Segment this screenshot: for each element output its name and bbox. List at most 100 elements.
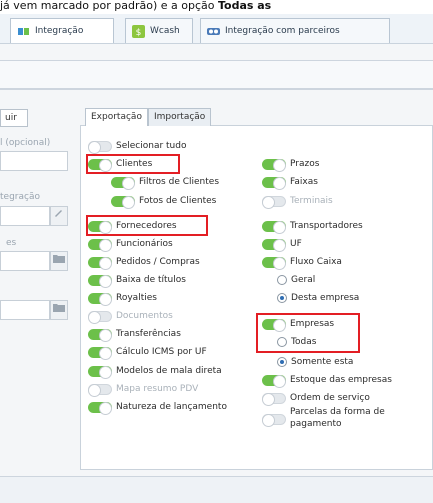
toggle-fotos-clientes[interactable]: Fotos de Clientes: [111, 194, 217, 209]
toggle-baixa-titulos[interactable]: Baixa de títulos: [88, 273, 186, 288]
status-bar: [0, 476, 433, 503]
toggle-switch[interactable]: [262, 220, 286, 234]
toggle-label: Natureza de lançamento: [116, 402, 227, 412]
include-button-label: uir: [5, 113, 17, 123]
toggle-switch[interactable]: [88, 328, 112, 342]
highlight-fornecedores: [86, 215, 208, 236]
include-button[interactable]: uir: [0, 109, 28, 127]
tab-wcash-label: Wcash: [150, 26, 180, 36]
toggle-fluxo-caixa[interactable]: Fluxo Caixa: [262, 255, 342, 270]
browse-button-1[interactable]: [50, 251, 68, 271]
radio-desta-empresa[interactable]: Desta empresa: [277, 291, 359, 305]
toggle-royalties[interactable]: Royalties: [88, 291, 157, 306]
toggle-switch[interactable]: [262, 392, 286, 406]
toggle-label: Pedidos / Compras: [116, 257, 200, 267]
files-label: es: [6, 238, 17, 248]
pencil-icon: [55, 210, 62, 217]
toggle-switch[interactable]: [88, 256, 112, 270]
radio-label: Somente esta: [291, 357, 354, 367]
toggle-switch[interactable]: [262, 158, 286, 172]
path-field[interactable]: [0, 300, 50, 320]
tab-wcash[interactable]: $ Wcash: [125, 18, 193, 43]
caption-bold: Todas as: [217, 0, 272, 12]
optional-field[interactable]: [0, 151, 68, 171]
toggle-documentos[interactable]: Documentos: [88, 309, 173, 324]
toggle-label: Ordem de serviço: [290, 393, 370, 403]
toggle-switch[interactable]: [88, 140, 112, 154]
toggle-ordem-servico[interactable]: Ordem de serviço: [262, 391, 370, 406]
main-tab-bar: Integração $ Wcash Integração com parcei…: [0, 14, 433, 44]
radio-label: Geral: [291, 275, 316, 285]
integration-icon: [18, 27, 29, 35]
toggle-transportadores[interactable]: Transportadores: [262, 219, 363, 234]
divider: [0, 88, 433, 89]
toggle-switch[interactable]: [262, 374, 286, 388]
toggle-switch[interactable]: [262, 195, 286, 209]
tab-integracao[interactable]: Integração: [10, 18, 114, 43]
tab-integracao-parceiros-label: Integração com parceiros: [225, 26, 340, 36]
caption-text: já vem marcado por padrão) e a opção Tod…: [0, 0, 433, 14]
toggle-transferencias[interactable]: Transferências: [88, 327, 181, 342]
toggle-switch[interactable]: [262, 238, 286, 252]
optional-label: l (opcional): [0, 138, 51, 148]
toggle-label: Documentos: [116, 311, 173, 321]
toggle-switch[interactable]: [262, 176, 286, 190]
toggle-label: Fotos de Clientes: [139, 196, 217, 206]
toggle-natureza-lancamento[interactable]: Natureza de lançamento: [88, 400, 227, 415]
toggle-label: Selecionar tudo: [116, 141, 187, 151]
toggle-switch[interactable]: [88, 274, 112, 288]
toggle-mapa-resumo-pdv[interactable]: Mapa resumo PDV: [88, 382, 198, 397]
toggle-label: Transferências: [116, 329, 181, 339]
toggle-switch[interactable]: [88, 310, 112, 324]
toggle-terminais[interactable]: Terminais: [262, 194, 333, 209]
toggle-switch[interactable]: [88, 401, 112, 415]
radio-somente-esta[interactable]: Somente esta: [277, 355, 353, 369]
integration-field[interactable]: [0, 206, 50, 226]
highlight-clientes: [86, 154, 180, 174]
tab-importacao[interactable]: Importação: [147, 108, 212, 126]
toggle-faixas[interactable]: Faixas: [262, 175, 318, 190]
toggle-parcelas-pagamento[interactable]: Parcelas da forma de pagamento: [262, 406, 385, 434]
toggle-label: Baixa de títulos: [116, 275, 186, 285]
toggle-label-line1: Parcelas da forma de: [290, 407, 385, 417]
toggle-switch[interactable]: [88, 383, 112, 397]
browse-button-2[interactable]: [50, 300, 68, 320]
highlight-empresas-todas: [256, 313, 360, 353]
toggle-label: Cálculo ICMS por UF: [116, 347, 207, 357]
toggle-switch[interactable]: [88, 238, 112, 252]
toggle-switch[interactable]: [262, 256, 286, 270]
toggle-label: Prazos: [290, 159, 320, 169]
toggle-label: Modelos de mala direta: [116, 366, 222, 376]
toggle-switch[interactable]: [111, 195, 135, 209]
caption-pre: já vem marcado por padrão) e a opção: [0, 0, 218, 12]
radio-button[interactable]: [277, 357, 287, 367]
toggle-estoque-empresas[interactable]: Estoque das empresas: [262, 373, 392, 388]
toggle-switch[interactable]: [111, 176, 135, 190]
header-band: [0, 60, 433, 90]
toggle-pedidos-compras[interactable]: Pedidos / Compras: [88, 255, 200, 270]
toggle-label: Terminais: [290, 196, 333, 206]
tab-exportacao[interactable]: Exportação: [85, 108, 148, 126]
toggle-label-line2: pagamento: [290, 419, 342, 429]
toggle-switch[interactable]: [262, 414, 286, 427]
radio-button[interactable]: [277, 293, 287, 303]
toggle-label: Royalties: [116, 293, 157, 303]
tab-integracao-parceiros[interactable]: Integração com parceiros: [200, 18, 390, 43]
toggle-selecionar-tudo[interactable]: Selecionar tudo: [88, 139, 187, 154]
toggle-prazos[interactable]: Prazos: [262, 157, 320, 172]
edit-button[interactable]: [50, 206, 68, 226]
radio-geral[interactable]: Geral: [277, 273, 315, 287]
toggle-uf[interactable]: UF: [262, 237, 302, 252]
toggle-funcionarios[interactable]: Funcionários: [88, 237, 173, 252]
toggle-label: Transportadores: [290, 221, 363, 231]
toggle-filtros-clientes[interactable]: Filtros de Clientes: [111, 175, 219, 190]
radio-button[interactable]: [277, 275, 287, 285]
toggle-switch[interactable]: [88, 346, 112, 360]
toggle-switch[interactable]: [88, 365, 112, 379]
radio-label: Desta empresa: [291, 293, 360, 303]
folder-icon: [53, 304, 65, 312]
toggle-calculo-icms[interactable]: Cálculo ICMS por UF: [88, 345, 207, 360]
toggle-mala-direta[interactable]: Modelos de mala direta: [88, 364, 222, 379]
files-field[interactable]: [0, 251, 50, 271]
toggle-switch[interactable]: [88, 292, 112, 306]
